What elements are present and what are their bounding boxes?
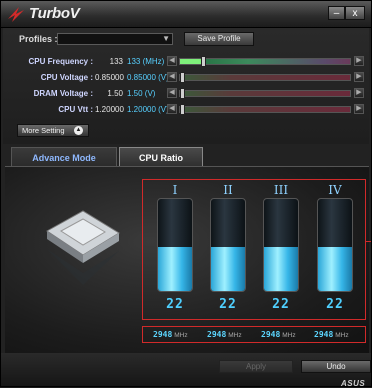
- cpu-frequency-label: CPU Frequency :: [28, 57, 93, 66]
- core-numeral: II: [223, 183, 233, 197]
- bar-fill: [211, 246, 245, 291]
- minimize-button[interactable]: –: [328, 6, 345, 20]
- core-4-frequency: 2948 MHz: [314, 330, 349, 339]
- core-ratio-value: 22: [166, 297, 184, 312]
- dram-voltage-target: 1.50 (V): [127, 89, 156, 98]
- voltage-panel: Profiles : ▼ Save Profile CPU Frequency …: [3, 28, 369, 144]
- cpu-vtt-row: CPU Vtt : 1.20000 1.20000 (V) ◀ ▶: [3, 103, 369, 117]
- core-ratio-value: 22: [326, 297, 344, 312]
- cpu-frequency-row: CPU Frequency : 133 133 (MHz) ◀ ▶: [3, 55, 369, 69]
- title-bar[interactable]: TurboV – x: [1, 1, 371, 28]
- cpu-frequency-target: 133 (MHz): [127, 57, 165, 66]
- core-1-frequency: 2948 MHz: [153, 330, 188, 339]
- undo-button[interactable]: Undo: [301, 360, 371, 373]
- tab-cpu-ratio[interactable]: CPU Ratio: [119, 147, 203, 167]
- decrease-arrow-icon[interactable]: ◀: [167, 72, 177, 82]
- dram-voltage-row: DRAM Voltage : 1.50 1.50 (V) ◀ ▶: [3, 87, 369, 101]
- turbov-window: TurboV – x Profiles : ▼ Save Profile CPU…: [0, 0, 372, 388]
- dram-voltage-label: DRAM Voltage :: [33, 89, 93, 98]
- slider-thumb[interactable]: [180, 88, 185, 99]
- core-ratio-bar[interactable]: [157, 198, 193, 292]
- core-numeral: I: [172, 183, 178, 197]
- slider-fill: [180, 59, 201, 64]
- window-controls: – x: [328, 6, 365, 21]
- decrease-arrow-icon[interactable]: ◀: [167, 56, 177, 66]
- close-button[interactable]: x: [345, 6, 365, 20]
- core-2-frequency: 2948 MHz: [207, 330, 242, 339]
- cpu-voltage-slider[interactable]: [179, 72, 351, 83]
- cpu-voltage-label: CPU Voltage :: [40, 73, 93, 82]
- profiles-dropdown[interactable]: ▼: [57, 33, 173, 45]
- chevron-up-icon: ▲: [74, 126, 83, 135]
- slider-thumb[interactable]: [201, 56, 206, 67]
- bar-fill: [318, 246, 352, 291]
- dram-voltage-value: 1.50: [107, 89, 123, 98]
- increase-arrow-icon[interactable]: ▶: [354, 72, 364, 82]
- more-setting-label: More Setting: [22, 126, 65, 135]
- cpu-voltage-row: CPU Voltage : 0.85000 0.85000 (V) ◀ ▶: [3, 71, 369, 85]
- turbov-logo-icon: [8, 7, 24, 22]
- cpu-vtt-slider[interactable]: [179, 104, 351, 115]
- cpu-vtt-value: 1.20000: [95, 105, 124, 114]
- app-title: TurboV: [29, 5, 80, 22]
- core-numeral: IV: [328, 183, 342, 197]
- save-profile-button[interactable]: Save Profile: [184, 32, 254, 46]
- apply-button[interactable]: Apply: [219, 360, 293, 373]
- chevron-down-icon: ▼: [162, 34, 170, 43]
- cpu-voltage-value: 0.85000: [95, 73, 124, 82]
- decrease-arrow-icon[interactable]: ◀: [167, 88, 177, 98]
- cpu-vtt-label: CPU Vtt :: [58, 105, 93, 114]
- core-numeral: III: [273, 183, 289, 197]
- core-ratio-bar[interactable]: [263, 198, 299, 292]
- core-ratio-bar[interactable]: [317, 198, 353, 292]
- dram-voltage-slider[interactable]: [179, 88, 351, 99]
- bar-fill: [264, 246, 298, 291]
- footer-bar: Apply Undo ASUS: [1, 353, 371, 388]
- increase-arrow-icon[interactable]: ▶: [354, 88, 364, 98]
- frame-connector: [365, 241, 371, 242]
- cpu-frequency-value: 133: [109, 57, 123, 66]
- bar-fill: [158, 246, 192, 291]
- increase-arrow-icon[interactable]: ▶: [354, 56, 364, 66]
- more-setting-button[interactable]: More Setting ▲: [17, 124, 89, 137]
- cpu-vtt-target: 1.20000 (V): [127, 105, 169, 114]
- decrease-arrow-icon[interactable]: ◀: [167, 104, 177, 114]
- slider-thumb[interactable]: [180, 104, 185, 115]
- slider-thumb[interactable]: [180, 72, 185, 83]
- core-ratio-value: 22: [272, 297, 290, 312]
- core-ratio-bar[interactable]: [210, 198, 246, 292]
- cpu-frequency-slider[interactable]: [179, 56, 351, 67]
- tab-advance-mode[interactable]: Advance Mode: [11, 147, 117, 167]
- core-3-frequency: 2948 MHz: [261, 330, 296, 339]
- cpu-chip-icon: [46, 210, 120, 285]
- core-ratio-value: 22: [219, 297, 237, 312]
- profiles-label: Profiles :: [19, 34, 58, 44]
- increase-arrow-icon[interactable]: ▶: [354, 104, 364, 114]
- cpu-voltage-target: 0.85000 (V): [127, 73, 169, 82]
